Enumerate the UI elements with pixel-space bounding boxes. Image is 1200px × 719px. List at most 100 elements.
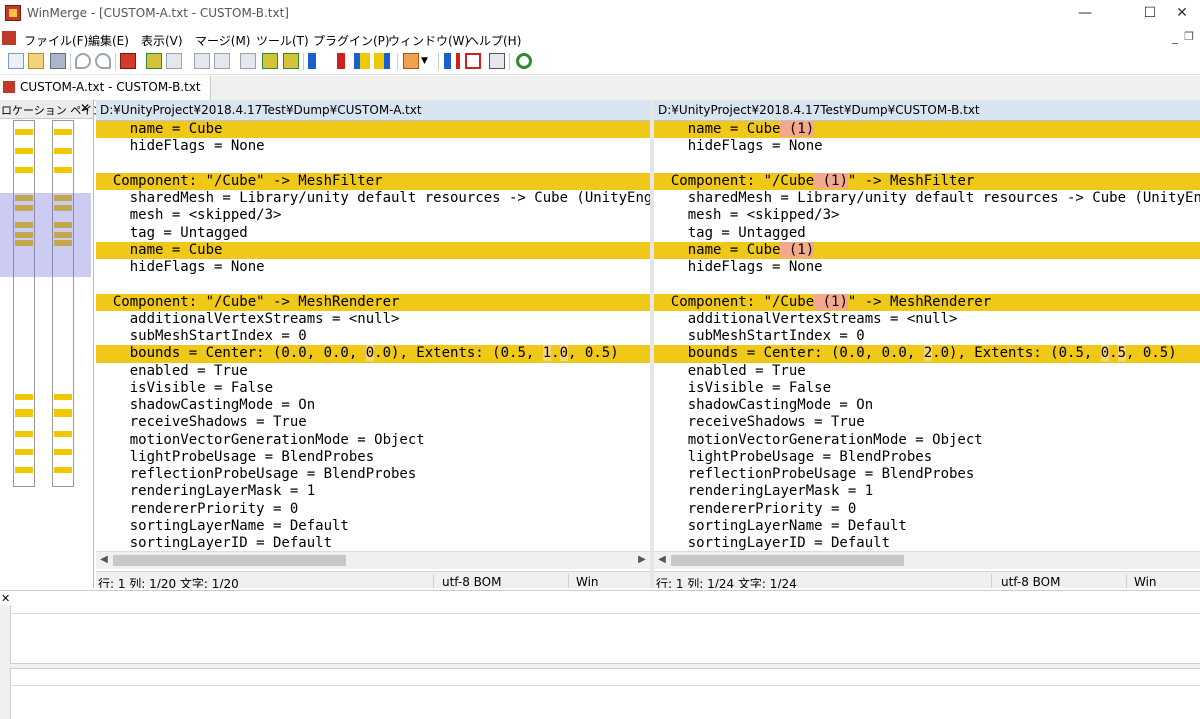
menu-view[interactable]: 表示(V): [141, 32, 183, 49]
menu-help[interactable]: ヘルプ(H): [467, 32, 521, 49]
right-code-view[interactable]: name = Cube (1) hideFlags = None Compone…: [654, 121, 1200, 551]
copy-right-icon[interactable]: [262, 53, 278, 69]
menu-merge[interactable]: マージ(M): [195, 32, 250, 49]
code-line[interactable]: Component: "/Cube (1)" -> MeshFilter: [654, 172, 1200, 190]
code-line[interactable]: [654, 276, 1200, 294]
filter-dropdown-icon[interactable]: ▼: [421, 53, 431, 69]
menu-edit[interactable]: 編集(E): [88, 32, 129, 49]
menu-plugins[interactable]: プラグイン(P): [313, 32, 390, 49]
code-line[interactable]: tag = Untagged: [654, 225, 1200, 242]
code-line[interactable]: hideFlags = None: [654, 259, 1200, 276]
code-line[interactable]: sharedMesh = Library/unity default resou…: [96, 190, 650, 207]
code-line[interactable]: tag = Untagged: [96, 225, 650, 242]
left-code-view[interactable]: name = Cube hideFlags = None Component: …: [96, 121, 650, 551]
code-line[interactable]: rendererPriority = 0: [654, 501, 1200, 518]
code-line[interactable]: sortingLayerName = Default: [96, 518, 650, 535]
code-line[interactable]: receiveShadows = True: [96, 414, 650, 431]
menu-window[interactable]: ウィンドウ(W): [388, 32, 469, 49]
code-line[interactable]: motionVectorGenerationMode = Object: [96, 432, 650, 449]
code-line[interactable]: mesh = <skipped/3>: [654, 207, 1200, 224]
mdi-minimize-button[interactable]: _: [1172, 30, 1178, 44]
code-line[interactable]: hideFlags = None: [654, 138, 1200, 155]
filter-icon[interactable]: [403, 53, 419, 69]
code-line[interactable]: mesh = <skipped/3>: [96, 207, 650, 224]
code-line[interactable]: name = Cube: [96, 241, 650, 259]
code-line[interactable]: bounds = Center: (0.0, 0.0, 2.0), Extent…: [654, 345, 1200, 363]
code-line[interactable]: receiveShadows = True: [654, 414, 1200, 431]
winmerge-app-icon[interactable]: [5, 5, 21, 21]
save-icon[interactable]: [50, 53, 66, 69]
code-line[interactable]: renderingLayerMask = 1: [96, 483, 650, 500]
copy-right-advance-icon[interactable]: [354, 53, 370, 69]
code-line[interactable]: [96, 155, 650, 173]
code-line[interactable]: isVisible = False: [654, 380, 1200, 397]
code-line[interactable]: isVisible = False: [96, 380, 650, 397]
code-line[interactable]: additionalVertexStreams = <null>: [654, 311, 1200, 328]
code-line[interactable]: sortingLayerID = Default: [96, 535, 650, 551]
scroll-right-arrow-icon[interactable]: ▶: [635, 553, 649, 567]
code-line[interactable]: [96, 276, 650, 294]
tab-compare[interactable]: CUSTOM-A.txt - CUSTOM-B.txt: [0, 76, 211, 100]
minimize-button[interactable]: —: [1062, 0, 1108, 28]
copy-left-icon[interactable]: [283, 53, 299, 69]
code-line[interactable]: additionalVertexStreams = <null>: [96, 311, 650, 328]
diff-pane-close-button[interactable]: ✕: [1, 592, 10, 605]
code-line[interactable]: enabled = True: [654, 363, 1200, 380]
code-line[interactable]: shadowCastingMode = On: [96, 397, 650, 414]
code-line[interactable]: sharedMesh = Library/unity default resou…: [654, 190, 1200, 207]
menu-file[interactable]: ファイル(F): [24, 32, 88, 49]
scroll-thumb[interactable]: [671, 555, 904, 566]
code-line[interactable]: enabled = True: [96, 363, 650, 380]
code-line[interactable]: hideFlags = None: [96, 138, 650, 155]
document-menu-icon[interactable]: [2, 31, 16, 45]
copy-all-icon[interactable]: [489, 53, 505, 69]
redo-icon[interactable]: [95, 53, 111, 69]
mdi-restore-button[interactable]: ❐: [1184, 30, 1194, 43]
last-diff-icon[interactable]: [240, 53, 256, 69]
code-line[interactable]: hideFlags = None: [96, 259, 650, 276]
close-button[interactable]: ✕: [1164, 0, 1200, 28]
code-line[interactable]: bounds = Center: (0.0, 0.0, 0.0), Extent…: [96, 345, 650, 363]
menu-tools[interactable]: ツール(T): [256, 32, 309, 49]
current-diff-icon[interactable]: [214, 53, 230, 69]
location-bar-left[interactable]: [13, 120, 35, 487]
code-line[interactable]: Component: "/Cube" -> MeshFilter: [96, 172, 650, 190]
code-line[interactable]: subMeshStartIndex = 0: [654, 328, 1200, 345]
location-pane-close-button[interactable]: ✕: [80, 101, 90, 115]
undo-icon[interactable]: [75, 53, 91, 69]
code-line[interactable]: motionVectorGenerationMode = Object: [654, 432, 1200, 449]
code-line[interactable]: lightProbeUsage = BlendProbes: [654, 449, 1200, 466]
copy-left-advance-icon[interactable]: [374, 53, 390, 69]
scroll-left-arrow-icon[interactable]: ◀: [97, 553, 111, 567]
code-line[interactable]: Component: "/Cube" -> MeshRenderer: [96, 293, 650, 311]
refresh-icon[interactable]: [516, 53, 532, 69]
code-line[interactable]: reflectionProbeUsage = BlendProbes: [96, 466, 650, 483]
code-line[interactable]: shadowCastingMode = On: [654, 397, 1200, 414]
code-line[interactable]: reflectionProbeUsage = BlendProbes: [654, 466, 1200, 483]
code-line[interactable]: subMeshStartIndex = 0: [96, 328, 650, 345]
code-line[interactable]: renderingLayerMask = 1: [654, 483, 1200, 500]
code-line[interactable]: [654, 155, 1200, 173]
first-diff-icon[interactable]: [194, 53, 210, 69]
code-line[interactable]: rendererPriority = 0: [96, 501, 650, 518]
open-conflict-icon[interactable]: [465, 53, 481, 69]
code-line[interactable]: lightProbeUsage = BlendProbes: [96, 449, 650, 466]
code-line[interactable]: sortingLayerID = Default: [654, 535, 1200, 551]
location-viewport-indicator[interactable]: [0, 193, 91, 277]
open-folder-icon[interactable]: [28, 53, 44, 69]
code-line[interactable]: sortingLayerName = Default: [654, 518, 1200, 535]
code-line[interactable]: name = Cube (1): [654, 241, 1200, 259]
right-horizontal-scrollbar[interactable]: ◀: [654, 551, 1200, 569]
left-horizontal-scrollbar[interactable]: ◀ ▶: [96, 551, 650, 569]
copy-to-right-icon[interactable]: [308, 53, 324, 69]
new-file-icon[interactable]: [8, 53, 24, 69]
options-icon[interactable]: [120, 53, 136, 69]
compare-icon[interactable]: [444, 53, 460, 69]
copy-to-left-icon[interactable]: [329, 53, 345, 69]
code-line[interactable]: name = Cube (1): [654, 121, 1200, 139]
code-line[interactable]: Component: "/Cube (1)" -> MeshRenderer: [654, 293, 1200, 311]
diff-pane-splitter[interactable]: [10, 663, 1200, 669]
location-bar-right[interactable]: [52, 120, 74, 487]
scroll-thumb[interactable]: [113, 555, 346, 566]
next-diff-icon[interactable]: [146, 53, 162, 69]
